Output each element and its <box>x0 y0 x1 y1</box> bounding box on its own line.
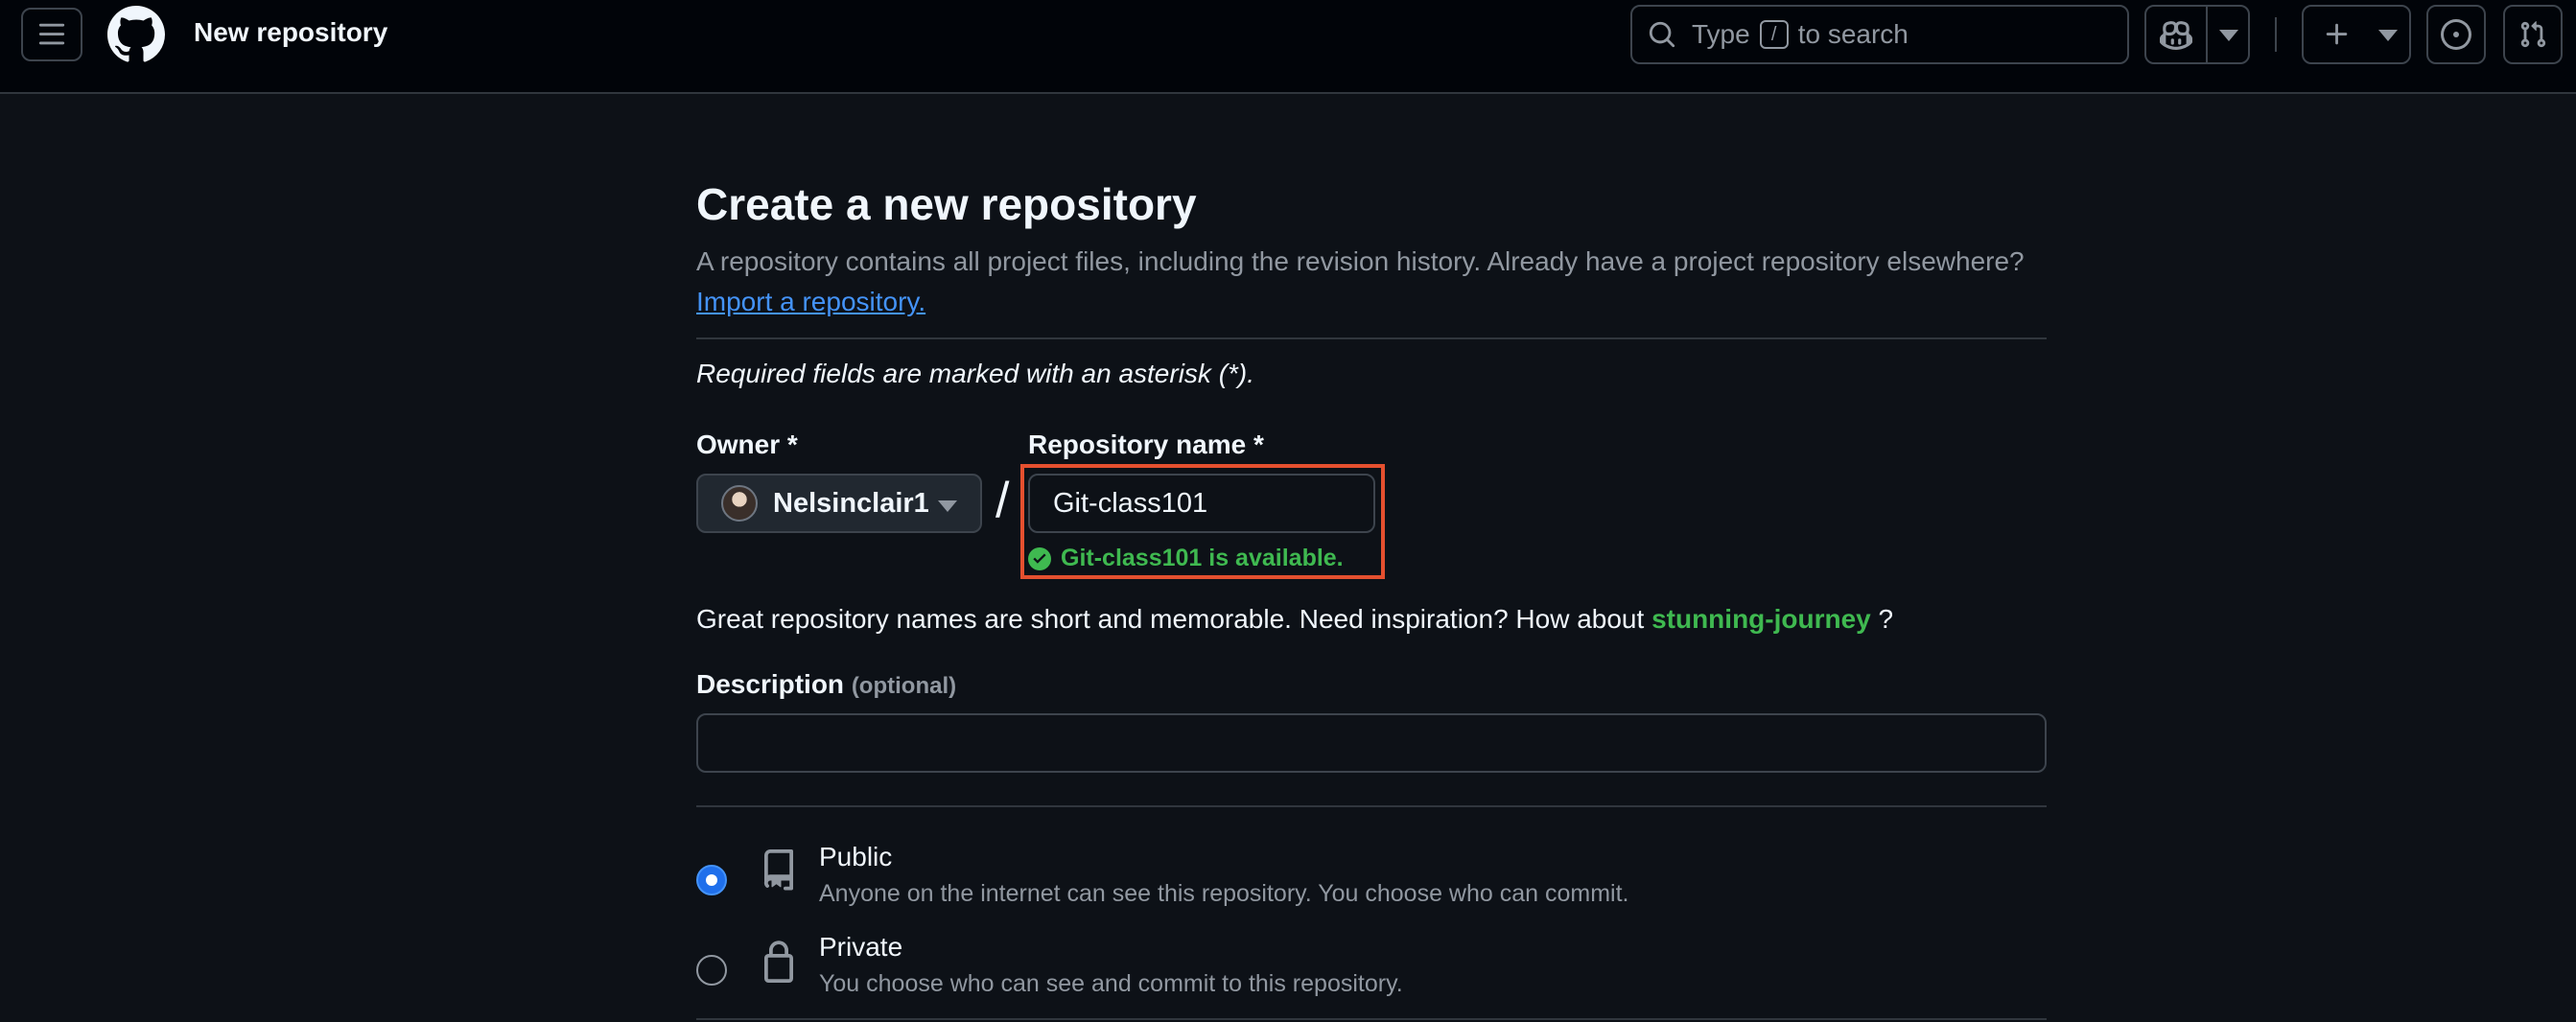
search-icon <box>1648 20 1676 49</box>
owner-select[interactable]: Nelsinclair1 <box>696 474 982 533</box>
header-separator <box>2275 17 2277 52</box>
intro-description: A repository contains all project files,… <box>696 246 2025 276</box>
owner-label: Owner * <box>696 430 798 459</box>
owner-name: Nelsinclair1 <box>773 487 929 519</box>
visibility-option-private[interactable]: Private You choose who can see and commi… <box>696 932 2047 1012</box>
optional-hint: (optional) <box>851 673 957 699</box>
search-bar[interactable]: Type / to search <box>1630 5 2129 64</box>
chevron-down-icon[interactable] <box>2219 30 2238 43</box>
git-pull-request-icon <box>2520 21 2546 48</box>
visibility-option-public[interactable]: Public Anyone on the internet can see th… <box>696 842 2047 922</box>
copilot-button[interactable] <box>2144 5 2250 64</box>
pull-requests-button[interactable] <box>2503 5 2563 64</box>
suggested-name-link[interactable]: stunning-journey <box>1651 604 1871 634</box>
description-label: Description (optional) <box>696 669 956 700</box>
import-repository-link[interactable]: Import a repository. <box>696 287 925 316</box>
divider <box>696 805 2047 807</box>
github-logo[interactable] <box>107 6 165 63</box>
public-description: Anyone on the internet can see this repo… <box>819 880 1629 907</box>
description-label-text: Description <box>696 669 845 699</box>
avatar <box>721 485 758 522</box>
chevron-down-icon <box>2378 30 2398 41</box>
search-suffix: to search <box>1797 19 1909 49</box>
divider <box>696 337 2047 339</box>
private-title: Private <box>819 932 903 962</box>
issues-button[interactable] <box>2426 5 2486 64</box>
owner-repo-separator: / <box>995 473 1010 528</box>
private-radio[interactable] <box>696 955 727 986</box>
global-header: New repository Type / to search <box>0 0 2576 94</box>
copilot-divider <box>2206 7 2208 62</box>
issue-opened-icon <box>2441 19 2471 50</box>
copilot-icon <box>2160 21 2192 50</box>
required-fields-note: Required fields are marked with an aster… <box>696 359 1255 388</box>
plus-icon <box>2326 23 2348 45</box>
repo-icon <box>763 849 793 891</box>
public-title: Public <box>819 842 893 871</box>
repo-name-input[interactable] <box>1028 474 1375 533</box>
page-title[interactable]: New repository <box>194 17 387 48</box>
inspiration-text: Great repository names are short and mem… <box>696 604 1645 634</box>
create-new-button[interactable] <box>2302 5 2411 64</box>
chevron-down-icon <box>938 500 957 512</box>
public-radio[interactable] <box>696 865 727 895</box>
intro-text: A repository contains all project files,… <box>696 242 2047 322</box>
hamburger-icon <box>38 23 65 45</box>
repo-name-label: Repository name * <box>1028 430 1264 459</box>
search-shortcut-key: / <box>1759 20 1789 49</box>
availability-text: Git-class101 is available. <box>1061 545 1344 571</box>
availability-message: Git-class101 is available. <box>1028 545 1344 572</box>
name-inspiration: Great repository names are short and mem… <box>696 604 1893 635</box>
search-prefix: Type <box>1692 19 1750 49</box>
menu-button[interactable] <box>21 8 82 61</box>
divider <box>696 1018 2047 1020</box>
lock-icon <box>764 941 793 983</box>
inspiration-suffix: ? <box>1878 604 1894 634</box>
description-input[interactable] <box>696 713 2047 773</box>
page-heading: Create a new repository <box>696 179 1197 229</box>
private-description: You choose who can see and commit to thi… <box>819 970 1403 997</box>
check-circle-icon <box>1028 546 1051 570</box>
